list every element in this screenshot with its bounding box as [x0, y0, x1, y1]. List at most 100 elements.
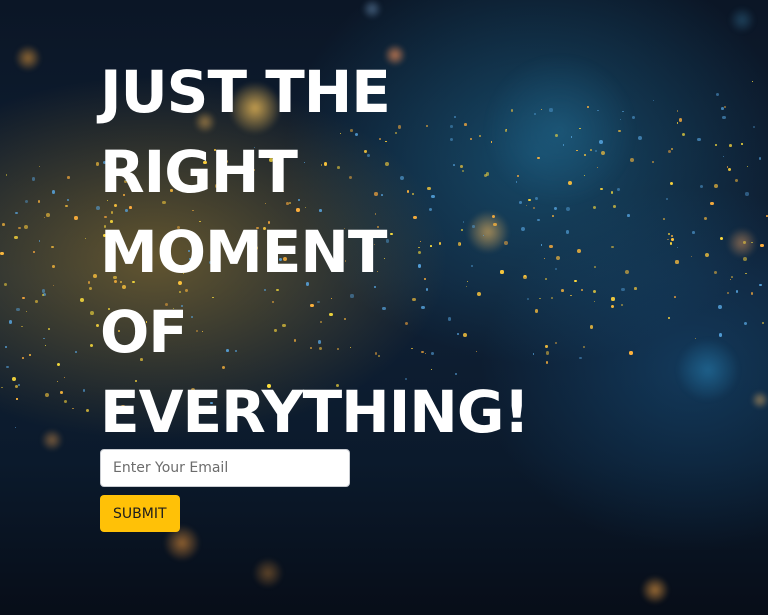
glitter-sparkle: [671, 238, 675, 241]
glitter-sparkle: [576, 149, 578, 151]
glitter-sparkle: [675, 260, 679, 264]
glitter-sparkle: [722, 115, 726, 120]
headline: JUST THE RIGHT MOMENT OF EVERYTHING!: [100, 52, 570, 452]
glitter-sparkle: [95, 324, 99, 328]
glitter-sparkle: [724, 106, 727, 109]
glitter-sparkle: [681, 132, 686, 137]
glitter-sparkle: [37, 200, 40, 203]
glitter-sparkle: [16, 398, 18, 400]
glitter-sparkle: [92, 274, 97, 279]
glitter-sparkle: [82, 389, 85, 392]
glitter-sparkle: [745, 272, 748, 275]
glitter-sparkle: [611, 245, 615, 249]
glitter-sparkle: [631, 115, 636, 119]
glitter-sparkle: [28, 353, 31, 356]
glitter-sparkle: [667, 238, 669, 241]
glitter-sparkle: [728, 144, 732, 147]
glitter-sparkle: [43, 337, 45, 340]
glitter-sparkle: [44, 344, 47, 347]
glitter-sparkle: [599, 140, 604, 144]
glitter-sparkle: [618, 130, 621, 133]
glitter-sparkle: [697, 137, 701, 142]
glitter-sparkle: [761, 321, 765, 325]
bokeh-light: [41, 429, 63, 451]
glitter-sparkle: [21, 325, 23, 328]
glitter-sparkle: [14, 385, 18, 389]
glitter-sparkle: [57, 381, 59, 383]
glitter-sparkle: [46, 212, 50, 217]
glitter-sparkle: [34, 300, 38, 303]
headline-line: OF: [100, 298, 188, 366]
glitter-sparkle: [90, 311, 95, 315]
glitter-sparkle: [722, 156, 724, 158]
glitter-sparkle: [690, 255, 692, 258]
glitter-sparkle: [88, 286, 92, 290]
glitter-sparkle: [581, 288, 584, 291]
glitter-sparkle: [673, 296, 676, 299]
email-input[interactable]: [100, 449, 350, 487]
glitter-sparkle: [22, 296, 25, 299]
glitter-sparkle: [629, 157, 634, 162]
headline-line: JUST THE: [100, 58, 391, 126]
glitter-sparkle: [619, 118, 621, 121]
glitter-sparkle: [694, 337, 696, 339]
glitter-sparkle: [594, 266, 596, 268]
glitter-sparkle: [17, 226, 21, 230]
glitter-sparkle: [42, 289, 46, 293]
bokeh-light: [751, 391, 768, 409]
glitter-sparkle: [71, 407, 74, 410]
glitter-sparkle: [692, 231, 695, 234]
glitter-sparkle: [620, 304, 624, 307]
glitter-sparkle: [676, 122, 678, 124]
glitter-sparkle: [583, 174, 585, 176]
glitter-sparkle: [678, 118, 683, 122]
glitter-sparkle: [666, 197, 669, 200]
glitter-sparkle: [24, 225, 28, 229]
glitter-sparkle: [593, 300, 596, 303]
glitter-sparkle: [85, 408, 89, 412]
glitter-sparkle: [14, 426, 16, 428]
glitter-sparkle: [759, 283, 762, 286]
glitter-sparkle: [63, 399, 68, 404]
glitter-sparkle: [621, 287, 626, 292]
glitter-sparkle: [719, 236, 724, 241]
glitter-sparkle: [613, 205, 616, 208]
glitter-sparkle: [582, 345, 585, 348]
glitter-sparkle: [52, 264, 56, 268]
glitter-sparkle: [746, 165, 748, 167]
glitter-sparkle: [718, 304, 722, 309]
glitter-sparkle: [22, 357, 25, 359]
glitter-sparkle: [676, 110, 678, 112]
glitter-sparkle: [80, 298, 85, 303]
bokeh-light: [641, 576, 669, 604]
glitter-sparkle: [5, 345, 8, 348]
glitter-sparkle: [625, 270, 629, 275]
glitter-sparkle: [0, 251, 4, 255]
glitter-sparkle: [576, 249, 581, 253]
glitter-sparkle: [637, 136, 642, 141]
glitter-sparkle: [14, 235, 18, 240]
glitter-sparkle: [16, 307, 20, 312]
glitter-sparkle: [745, 192, 749, 196]
glitter-sparkle: [714, 143, 717, 146]
glitter-sparkle: [38, 240, 41, 242]
glitter-sparkle: [88, 281, 91, 284]
glitter-sparkle: [728, 168, 732, 172]
bokeh-light: [15, 45, 41, 71]
glitter-sparkle: [41, 294, 44, 297]
glitter-sparkle: [729, 279, 731, 281]
glitter-sparkle: [610, 191, 614, 194]
glitter-sparkle: [743, 321, 748, 326]
glitter-sparkle: [85, 237, 87, 239]
glitter-sparkle: [611, 297, 615, 301]
glitter-sparkle: [735, 290, 739, 294]
glitter-sparkle: [616, 187, 620, 191]
bokeh-light: [729, 7, 755, 33]
glitter-sparkle: [667, 232, 671, 236]
glitter-sparkle: [5, 174, 8, 176]
glitter-sparkle: [726, 291, 729, 294]
glitter-sparkle: [44, 216, 46, 219]
submit-button[interactable]: SUBMIT: [100, 495, 180, 532]
glitter-sparkle: [17, 383, 20, 386]
glitter-sparkle: [31, 177, 36, 181]
